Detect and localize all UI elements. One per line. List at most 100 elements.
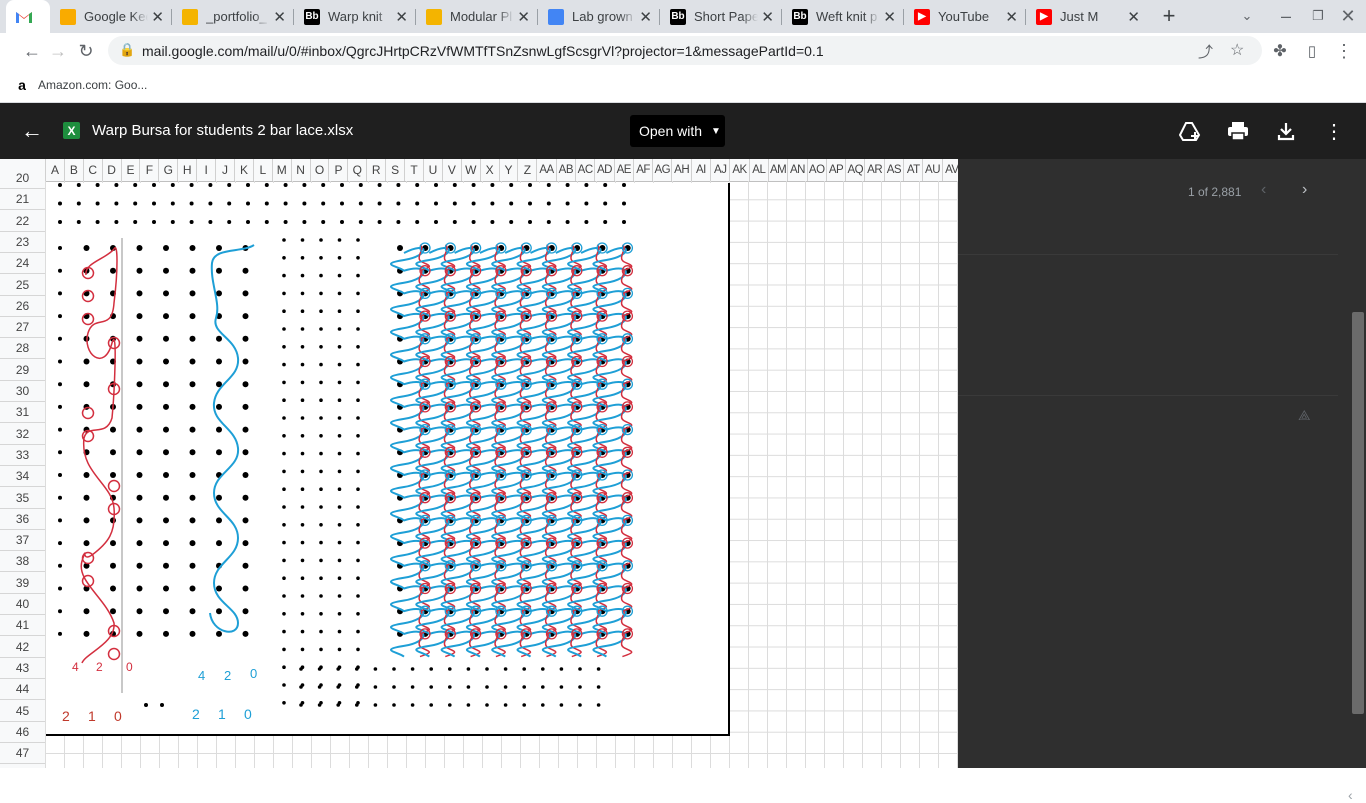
column-header[interactable]: AC: [576, 159, 596, 181]
row-header[interactable]: 32: [0, 424, 45, 445]
tab-1[interactable]: Google Keep✕: [50, 0, 172, 33]
column-header[interactable]: F: [141, 159, 160, 181]
column-header[interactable]: AP: [827, 159, 847, 181]
address-bar[interactable]: 🔒 mail.google.com/mail/u/0/#inbox/QgrcJH…: [108, 36, 1262, 65]
tab-3[interactable]: Bb Warp knit ✕: [294, 0, 416, 33]
row-header[interactable]: 44: [0, 679, 45, 701]
share-icon[interactable]: ⤴: [1198, 41, 1213, 62]
row-header[interactable]: 31: [0, 402, 45, 424]
column-header[interactable]: AO: [808, 159, 827, 181]
row-header[interactable]: 36: [0, 509, 45, 530]
close-viewer-back-icon[interactable]: ←: [18, 117, 46, 145]
column-header[interactable]: M: [273, 159, 292, 181]
row-header[interactable]: 33: [0, 445, 45, 466]
print-icon[interactable]: [1224, 117, 1252, 145]
column-header[interactable]: AE: [615, 159, 634, 181]
column-header[interactable]: K: [235, 159, 254, 181]
close-tab-icon[interactable]: ✕: [883, 8, 896, 26]
column-header[interactable]: W: [462, 159, 481, 181]
row-header[interactable]: 22: [0, 211, 45, 232]
tab-search-icon[interactable]: ⌄: [1235, 4, 1259, 28]
row-header[interactable]: 48: [0, 764, 45, 768]
row-header[interactable]: 39: [0, 573, 45, 594]
column-header[interactable]: AJ: [711, 159, 731, 181]
column-header[interactable]: AH: [673, 159, 692, 181]
column-header[interactable]: S: [386, 159, 406, 181]
column-header[interactable]: AN: [788, 159, 808, 181]
download-icon[interactable]: [1272, 117, 1300, 145]
row-header[interactable]: 46: [0, 722, 45, 743]
extensions-icon[interactable]: ✤: [1268, 39, 1292, 63]
column-header[interactable]: AR: [866, 159, 885, 181]
next-page-icon[interactable]: ›: [1302, 181, 1307, 199]
column-header[interactable]: AI: [692, 159, 712, 181]
bookmark-amazon[interactable]: a Amazon.com: Goo...: [14, 77, 147, 93]
row-header[interactable]: 28: [0, 338, 45, 360]
tab-9[interactable]: ▶ Just M ✕: [1026, 0, 1148, 33]
column-header[interactable]: N: [292, 159, 311, 181]
tab-4[interactable]: Modular Pl ✕: [416, 0, 538, 33]
minimize-button[interactable]: –: [1274, 4, 1298, 28]
close-window-button[interactable]: ✕: [1336, 4, 1360, 28]
row-header[interactable]: 47: [0, 743, 45, 765]
vertical-scrollbar[interactable]: [1352, 312, 1364, 714]
tab-2[interactable]: _portfolio_ ✕: [172, 0, 294, 33]
close-tab-icon[interactable]: ✕: [151, 8, 164, 26]
column-header[interactable]: E: [122, 159, 141, 181]
column-header[interactable]: C: [84, 159, 103, 181]
row-header[interactable]: 23: [0, 232, 45, 253]
row-header[interactable]: 20: [0, 168, 45, 189]
column-header[interactable]: AD: [595, 159, 615, 181]
row-header[interactable]: 26: [0, 296, 45, 317]
column-header[interactable]: J: [216, 159, 235, 181]
tab-6[interactable]: Bb Short Pape ✕: [660, 0, 782, 33]
row-header[interactable]: 45: [0, 701, 45, 722]
column-header[interactable]: O: [311, 159, 330, 181]
column-header[interactable]: Q: [348, 159, 368, 181]
close-tab-icon[interactable]: ✕: [517, 8, 530, 26]
close-tab-icon[interactable]: ✕: [395, 8, 408, 26]
column-header[interactable]: AQ: [846, 159, 866, 181]
collapse-panel-icon[interactable]: ‹: [1348, 787, 1353, 803]
bookmark-star-icon[interactable]: ☆: [1230, 40, 1244, 60]
close-tab-icon[interactable]: ✕: [273, 8, 286, 26]
forward-button[interactable]: →: [46, 39, 70, 63]
tab-8[interactable]: ▶ YouTube ✕: [904, 0, 1026, 33]
column-header[interactable]: B: [65, 159, 84, 181]
row-header[interactable]: 37: [0, 530, 45, 552]
column-header[interactable]: G: [159, 159, 179, 181]
browser-menu-icon[interactable]: ⋮: [1332, 39, 1356, 63]
column-header[interactable]: AB: [557, 159, 576, 181]
side-panel-icon[interactable]: ▯: [1300, 39, 1324, 63]
column-header[interactable]: Z: [519, 159, 538, 181]
column-header[interactable]: AA: [537, 159, 557, 181]
column-header[interactable]: D: [103, 159, 122, 181]
column-header[interactable]: AU: [923, 159, 943, 181]
close-tab-icon[interactable]: ✕: [761, 8, 774, 26]
column-header[interactable]: AL: [750, 159, 769, 181]
more-options-icon[interactable]: ⋮: [1320, 117, 1348, 145]
close-tab-icon[interactable]: ✕: [1127, 8, 1140, 26]
column-header[interactable]: X: [481, 159, 500, 181]
tab-7[interactable]: Bb Weft knit p ✕: [782, 0, 904, 33]
reload-button[interactable]: ↻: [74, 39, 98, 63]
tab-gmail[interactable]: [6, 0, 50, 33]
column-header[interactable]: H: [178, 159, 198, 181]
row-header[interactable]: 29: [0, 360, 45, 381]
column-header[interactable]: Y: [500, 159, 519, 181]
column-header[interactable]: AF: [634, 159, 654, 181]
previous-page-icon[interactable]: ‹: [1261, 181, 1266, 199]
row-header[interactable]: 30: [0, 381, 45, 402]
new-tab-button[interactable]: +: [1157, 3, 1181, 28]
column-header[interactable]: T: [405, 159, 424, 181]
column-header[interactable]: V: [443, 159, 462, 181]
column-header[interactable]: AS: [885, 159, 905, 181]
column-header[interactable]: AV: [943, 159, 958, 181]
row-header[interactable]: 35: [0, 488, 45, 509]
row-header[interactable]: 42: [0, 637, 45, 658]
column-header[interactable]: L: [254, 159, 273, 181]
row-header[interactable]: 38: [0, 551, 45, 573]
column-header[interactable]: R: [367, 159, 387, 181]
row-header[interactable]: 43: [0, 658, 45, 679]
open-with-button[interactable]: Open with ▼: [630, 115, 725, 147]
